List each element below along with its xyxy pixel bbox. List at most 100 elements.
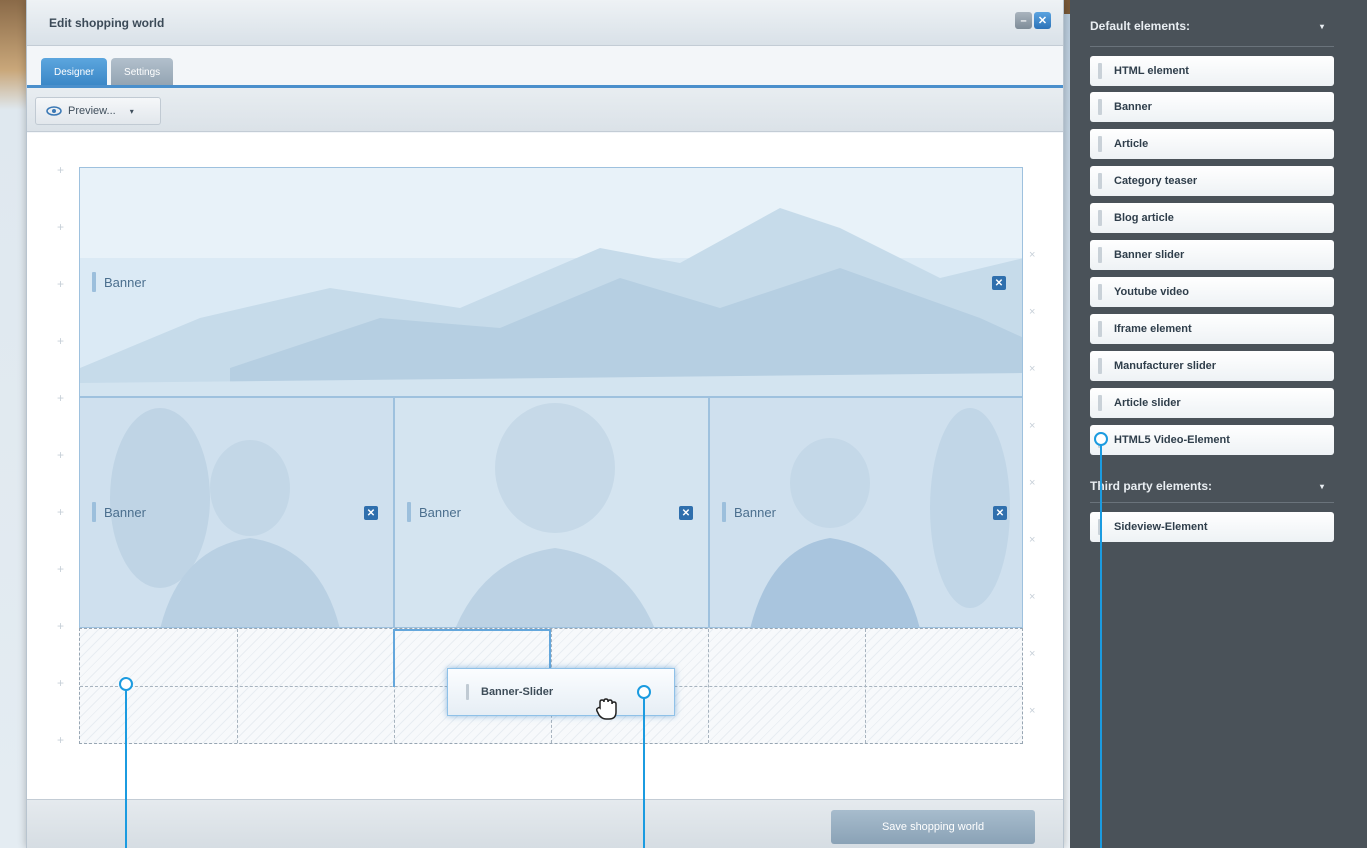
add-row-icon[interactable]: + [57, 334, 64, 348]
elements-sidebar: Default elements: ▾ HTML element Banner … [1070, 0, 1367, 848]
window-title: Edit shopping world [49, 16, 165, 30]
designer-canvas[interactable]: + + + + + + + + + + + × × × × × × × × × [27, 133, 1063, 799]
grab-cursor-icon [595, 698, 617, 720]
window-titlebar[interactable]: Edit shopping world – ✕ [27, 0, 1063, 46]
element-label: Banner [419, 504, 461, 520]
drag-handle-icon [1098, 284, 1102, 300]
add-row-icon[interactable]: + [57, 619, 64, 633]
element-item-label: HTML5 Video-Element [1114, 434, 1230, 446]
tab-bar: Designer Settings [41, 58, 174, 86]
callout-line [1100, 440, 1102, 848]
drag-handle-icon [1098, 247, 1102, 263]
drag-handle-icon[interactable] [722, 502, 726, 522]
grid-line [708, 629, 709, 743]
add-row-icon[interactable]: + [57, 391, 64, 405]
drag-handle-icon [1098, 321, 1102, 337]
element-item-category-teaser[interactable]: Category teaser [1090, 166, 1334, 196]
third-party-elements-heading[interactable]: Third party elements: ▾ [1070, 473, 1340, 499]
element-item-youtube-video[interactable]: Youtube video [1090, 277, 1334, 307]
window-footer: Save shopping world [27, 799, 1063, 848]
add-row-icon[interactable]: + [57, 448, 64, 462]
default-elements-heading[interactable]: Default elements: ▾ [1070, 13, 1340, 39]
add-row-icon[interactable]: + [57, 220, 64, 234]
delete-row-icon[interactable]: × [1029, 249, 1035, 261]
add-row-icon[interactable]: + [57, 676, 64, 690]
element-item-banner-slider[interactable]: Banner slider [1090, 240, 1334, 270]
minimize-button[interactable]: – [1015, 12, 1032, 29]
divider [1090, 46, 1334, 47]
delete-row-icon[interactable]: × [1029, 534, 1035, 546]
element-item-html5-video-element[interactable]: HTML5 Video-Element [1090, 425, 1334, 455]
remove-element-button[interactable]: ✕ [364, 506, 378, 520]
collapse-arrow-icon[interactable]: ▾ [1320, 22, 1324, 31]
delete-row-icon[interactable]: × [1029, 363, 1035, 375]
add-row-icon[interactable]: + [57, 163, 64, 177]
callout-line [643, 692, 645, 848]
element-item-label: Sideview-Element [1114, 521, 1208, 533]
element-item-label: Youtube video [1114, 286, 1189, 298]
mountain-banner-image [80, 168, 1022, 396]
grid-line [865, 629, 866, 743]
delete-row-icon[interactable]: × [1029, 705, 1035, 717]
remove-element-button[interactable]: ✕ [993, 506, 1007, 520]
element-item-label: Article [1114, 138, 1149, 150]
element-item-label: Blog article [1114, 212, 1174, 224]
third-party-elements-title: Third party elements: [1090, 479, 1213, 493]
delete-row-icon[interactable]: × [1029, 648, 1035, 660]
drag-handle-icon [1098, 173, 1102, 189]
divider [1090, 502, 1334, 503]
delete-row-icon[interactable]: × [1029, 591, 1035, 603]
designer-toolbar: Preview... ▾ [27, 88, 1063, 132]
banner-element[interactable]: Banner ✕ [394, 397, 709, 628]
eye-icon [46, 106, 62, 116]
element-item-label: Manufacturer slider [1114, 360, 1217, 372]
element-item-iframe-element[interactable]: Iframe element [1090, 314, 1334, 344]
preview-button[interactable]: Preview... ▾ [35, 97, 161, 125]
drag-handle-icon [1098, 395, 1102, 411]
banner-element[interactable]: Banner ✕ [79, 167, 1023, 397]
remove-element-button[interactable]: ✕ [992, 276, 1006, 290]
element-item-label: Category teaser [1114, 175, 1198, 187]
element-item-article-slider[interactable]: Article slider [1090, 388, 1334, 418]
delete-row-icon[interactable]: × [1029, 477, 1035, 489]
edit-shopping-world-window: Edit shopping world – ✕ Designer Setting… [26, 0, 1064, 848]
add-row-icon[interactable]: + [57, 277, 64, 291]
element-item-label: Banner slider [1114, 249, 1185, 261]
element-item-label: Banner [1114, 101, 1152, 113]
chevron-down-icon: ▾ [129, 106, 134, 116]
element-item-article[interactable]: Article [1090, 129, 1334, 159]
default-elements-title: Default elements: [1090, 19, 1191, 33]
close-button[interactable]: ✕ [1034, 12, 1051, 29]
callout-line [125, 684, 127, 848]
drag-handle-icon[interactable] [407, 502, 411, 522]
element-item-label: HTML element [1114, 65, 1189, 77]
drag-handle-icon [1098, 210, 1102, 226]
element-item-html-element[interactable]: HTML element [1090, 56, 1334, 86]
drag-handle-icon [1098, 63, 1102, 79]
drag-handle-icon[interactable] [92, 502, 96, 522]
element-label: Banner [104, 504, 146, 520]
tab-settings[interactable]: Settings [111, 58, 174, 86]
add-row-icon[interactable]: + [57, 505, 64, 519]
add-row-icon[interactable]: + [57, 733, 64, 747]
banner-element[interactable]: Banner ✕ [709, 397, 1023, 628]
add-row-icon[interactable]: + [57, 562, 64, 576]
tab-designer[interactable]: Designer [41, 58, 108, 86]
collapse-arrow-icon[interactable]: ▾ [1320, 482, 1324, 491]
element-item-banner[interactable]: Banner [1090, 92, 1334, 122]
drag-handle-icon[interactable] [92, 272, 96, 292]
element-item-sideview-element[interactable]: Sideview-Element [1090, 512, 1334, 542]
delete-row-icon[interactable]: × [1029, 306, 1035, 318]
save-shopping-world-button[interactable]: Save shopping world [831, 810, 1035, 844]
banner-element[interactable]: Banner ✕ [79, 397, 394, 628]
delete-row-icon[interactable]: × [1029, 420, 1035, 432]
drag-handle-icon [1098, 136, 1102, 152]
element-item-label: Article slider [1114, 397, 1181, 409]
callout-dot [637, 685, 651, 699]
element-item-label: Iframe element [1114, 323, 1192, 335]
remove-element-button[interactable]: ✕ [679, 506, 693, 520]
element-label: Banner [734, 504, 776, 520]
callout-dot [119, 677, 133, 691]
element-item-manufacturer-slider[interactable]: Manufacturer slider [1090, 351, 1334, 381]
element-item-blog-article[interactable]: Blog article [1090, 203, 1334, 233]
